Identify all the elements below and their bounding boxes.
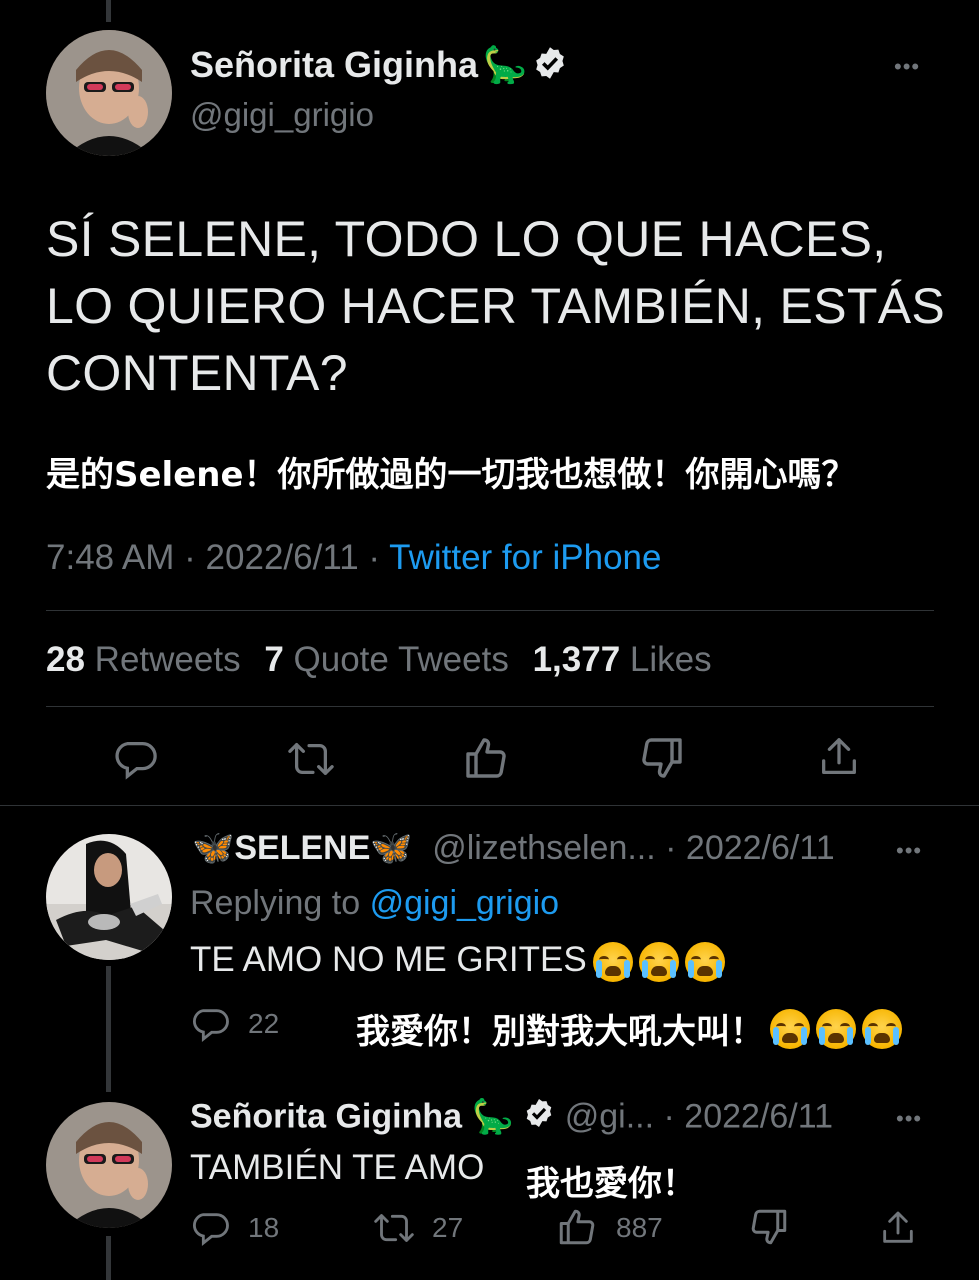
divider	[46, 706, 934, 707]
reply-icon[interactable]	[112, 736, 158, 782]
loudly-crying-emoji	[684, 941, 725, 982]
share-icon[interactable]	[816, 734, 862, 780]
meta-separator: ·	[368, 538, 381, 577]
reply-text: TE AMO NO ME GRITES	[190, 940, 587, 979]
thread-line-bottom	[106, 1236, 111, 1280]
thread-line-top	[106, 0, 111, 22]
handle[interactable]: @gi...	[565, 1098, 654, 1136]
divider	[0, 805, 979, 806]
quotes-stat[interactable]: 7 Quote Tweets	[264, 640, 509, 679]
loudly-crying-emoji	[592, 941, 633, 982]
verified-badge-icon	[532, 45, 568, 86]
reply-count: 18	[248, 1212, 280, 1243]
dislike-icon[interactable]	[638, 734, 686, 782]
display-name[interactable]: Señorita Giginha	[190, 1098, 462, 1136]
reply-translation: 我愛你！別對我大吼大叫！	[356, 1012, 764, 1052]
avatar-photo	[46, 30, 172, 156]
reply-date[interactable]: · 2022/6/11	[665, 829, 835, 867]
share-icon[interactable]	[878, 1208, 918, 1248]
reply-count: 22	[248, 1008, 280, 1039]
reply-text: TAMBIÉN TE AMO	[190, 1148, 485, 1187]
loudly-crying-emoji	[862, 1008, 902, 1049]
like-icon[interactable]	[462, 734, 510, 782]
butterfly-emoji: 🦋	[192, 829, 235, 867]
avatar[interactable]	[46, 1102, 172, 1228]
quotes-label: Quote Tweets	[293, 640, 509, 679]
divider	[46, 610, 934, 611]
dinosaur-emoji: 🦕	[471, 1098, 514, 1137]
display-name[interactable]: Señorita Giginha	[190, 44, 478, 85]
loudly-crying-emoji	[816, 1008, 856, 1049]
quotes-count: 7	[264, 640, 284, 679]
retweets-stat[interactable]: 28 Retweets	[46, 640, 241, 679]
retweet-icon[interactable]	[286, 736, 336, 782]
avatar[interactable]	[46, 834, 172, 960]
butterfly-emoji: 🦋	[370, 829, 413, 867]
replying-to-handle[interactable]: @gigi_grigio	[370, 884, 560, 922]
loudly-crying-emoji	[638, 941, 679, 982]
like-icon[interactable]	[556, 1206, 598, 1248]
avatar-photo	[46, 1102, 172, 1228]
display-name[interactable]: SELENE	[234, 829, 370, 867]
reply-icon[interactable]	[190, 1208, 230, 1248]
verified-badge-icon	[523, 1097, 555, 1138]
more-options-icon[interactable]: •••	[896, 838, 922, 864]
dislike-icon[interactable]	[748, 1206, 790, 1248]
thread-line-reply	[106, 966, 111, 1092]
likes-count: 1,377	[532, 640, 621, 679]
dinosaur-emoji: 🦕	[482, 44, 528, 85]
reply-translation: 我也愛你！	[526, 1164, 696, 1204]
retweet-count: 27	[432, 1212, 464, 1243]
tweet-text: SÍ SELENE, TODO LO QUE HACES, LO QUIERO …	[46, 211, 945, 401]
retweet-icon[interactable]	[372, 1208, 416, 1248]
avatar[interactable]	[46, 30, 172, 156]
avatar-photo	[46, 834, 172, 960]
retweets-label: Retweets	[94, 640, 241, 679]
reply-date[interactable]: · 2022/6/11	[664, 1098, 834, 1136]
tweet-time[interactable]: 7:48 AM	[46, 538, 174, 577]
replying-to-label: Replying to	[190, 884, 361, 922]
tweet-source-link[interactable]: Twitter for iPhone	[389, 538, 661, 577]
reply-icon[interactable]	[190, 1004, 230, 1044]
more-options-icon[interactable]: •••	[894, 54, 920, 80]
handle[interactable]: @gigi_grigio	[190, 96, 374, 134]
likes-stat[interactable]: 1,377 Likes	[533, 640, 712, 679]
like-count: 887	[616, 1212, 663, 1243]
tweet-date[interactable]: 2022/6/11	[206, 538, 359, 577]
handle[interactable]: @lizethselen...	[432, 829, 656, 867]
tweet-translation: 是的Selene！你所做過的一切我也想做！你開心嗎？	[46, 455, 856, 495]
loudly-crying-emoji	[770, 1008, 810, 1049]
more-options-icon[interactable]: •••	[896, 1106, 922, 1132]
meta-separator: ·	[184, 538, 196, 577]
retweets-count: 28	[46, 640, 85, 679]
likes-label: Likes	[629, 640, 712, 679]
